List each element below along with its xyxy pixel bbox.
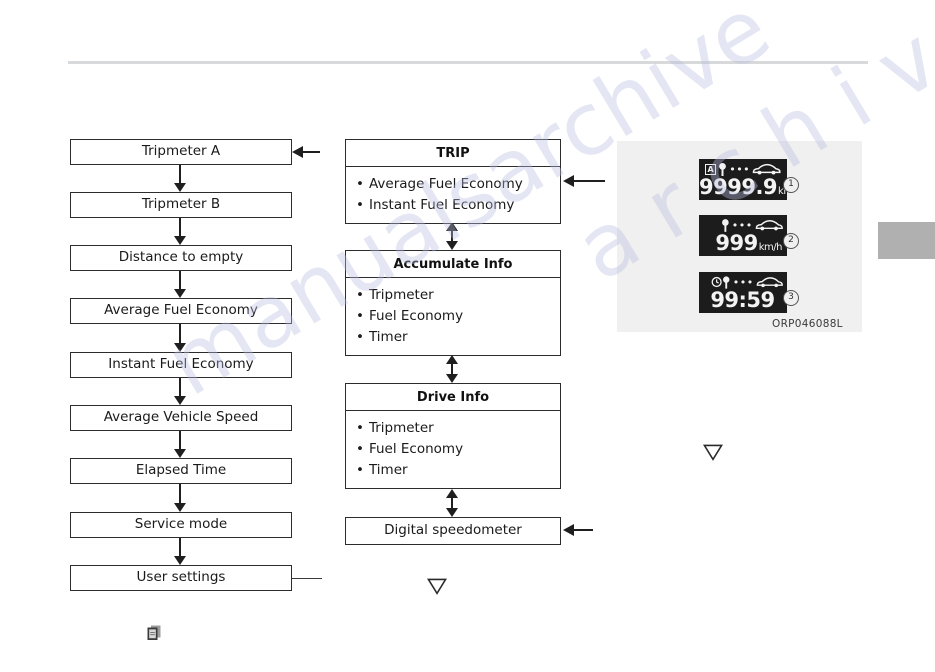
triangle-down-icon bbox=[703, 444, 723, 461]
group-item[interactable]: Instant Fuel Economy bbox=[356, 195, 560, 216]
group-title: Accumulate Info bbox=[346, 251, 560, 278]
group-body: Average Fuel Economy Instant Fuel Econom… bbox=[346, 167, 560, 223]
group-item[interactable]: Timer bbox=[356, 460, 560, 481]
car-icon bbox=[752, 163, 781, 175]
flow-step-label: User settings bbox=[136, 569, 226, 586]
group-link-arrow bbox=[446, 355, 459, 383]
flow-arrow-down bbox=[174, 431, 187, 458]
tripmeter-a-icon: A bbox=[705, 163, 717, 175]
group-link-arrow bbox=[446, 222, 459, 250]
section-edge-tab bbox=[878, 222, 935, 259]
group-item[interactable]: Fuel Economy bbox=[356, 439, 560, 460]
flow-return-line bbox=[292, 578, 322, 580]
group-title: Drive Info bbox=[346, 384, 560, 411]
flow-step-elapsed-time[interactable]: Elapsed Time bbox=[70, 458, 292, 484]
fuel-pump-icon bbox=[723, 275, 730, 289]
group-title: TRIP bbox=[346, 140, 560, 167]
page-header-rule bbox=[68, 61, 868, 64]
clock-icon bbox=[711, 276, 722, 288]
lcd-unit: km/h bbox=[758, 242, 783, 253]
flow-arrow-down bbox=[174, 324, 187, 352]
lcd-display-timer: ••• 99:59 bbox=[699, 272, 787, 313]
flow-step-label: Service mode bbox=[134, 516, 228, 533]
flow-return-arrow bbox=[292, 146, 320, 159]
flow-step-label: Elapsed Time bbox=[135, 462, 227, 479]
range-dots-icon: ••• bbox=[731, 218, 753, 232]
flow-step-label: Average Fuel Economy bbox=[104, 302, 258, 319]
group-item[interactable]: Tripmeter bbox=[356, 418, 560, 439]
lcd-icon-row: ••• bbox=[705, 218, 783, 232]
flow-step-average-vehicle-speed[interactable]: Average Vehicle Speed bbox=[70, 405, 292, 431]
flow-arrow-down bbox=[174, 538, 187, 565]
lcd-display-tripmeter: A ••• 9999.9km bbox=[699, 159, 793, 200]
flow-step-tripmeter-a[interactable]: Tripmeter A bbox=[70, 139, 292, 165]
flow-step-instant-fuel-economy[interactable]: Instant Fuel Economy bbox=[70, 352, 292, 378]
triangle-down-icon bbox=[427, 578, 447, 595]
group-box-drive-info[interactable]: Drive Info Tripmeter Fuel Economy Timer bbox=[345, 383, 561, 489]
flow-arrow-down bbox=[174, 484, 187, 512]
range-dots-icon: ••• bbox=[729, 162, 751, 176]
group-item[interactable]: Fuel Economy bbox=[356, 306, 560, 327]
flow-step-label: Tripmeter B bbox=[141, 196, 221, 213]
callout-marker-1: 1 bbox=[783, 177, 799, 193]
lcd-value-row: 9999.9km bbox=[699, 175, 793, 199]
lcd-value-row: 99:59 bbox=[699, 290, 787, 311]
flow-step-average-fuel-economy[interactable]: Average Fuel Economy bbox=[70, 298, 292, 324]
lcd-number: 9999.9 bbox=[699, 175, 778, 199]
flow-step-service-mode[interactable]: Service mode bbox=[70, 512, 292, 538]
group-entry-arrow-speedometer bbox=[563, 524, 593, 537]
range-dots-icon: ••• bbox=[732, 275, 754, 289]
flow-step-user-settings[interactable]: User settings bbox=[70, 565, 292, 591]
flow-arrow-down bbox=[174, 271, 187, 298]
flow-step-label: Instant Fuel Economy bbox=[108, 356, 254, 373]
callout-marker-2: 2 bbox=[783, 233, 799, 249]
callout-marker-3: 3 bbox=[783, 290, 799, 306]
flow-step-distance-to-empty[interactable]: Distance to empty bbox=[70, 245, 292, 271]
flow-arrow-down bbox=[174, 165, 187, 192]
lcd-icon-row: ••• bbox=[705, 275, 783, 289]
group-box-digital-speedometer[interactable]: Digital speedometer bbox=[345, 517, 561, 545]
flow-step-label: Tripmeter A bbox=[141, 143, 221, 160]
car-icon bbox=[755, 219, 783, 231]
lcd-value-row: 999km/h bbox=[699, 233, 782, 254]
flow-arrow-down bbox=[174, 378, 187, 405]
fuel-pump-icon bbox=[722, 218, 729, 232]
flow-step-label: Average Vehicle Speed bbox=[103, 409, 259, 426]
document-pages-icon bbox=[147, 625, 161, 640]
group-item[interactable]: Tripmeter bbox=[356, 285, 560, 306]
lcd-number: 999 bbox=[715, 231, 758, 255]
flow-step-label: Distance to empty bbox=[118, 249, 244, 266]
group-entry-arrow-trip bbox=[563, 175, 605, 188]
group-box-trip[interactable]: TRIP Average Fuel Economy Instant Fuel E… bbox=[345, 139, 561, 224]
group-link-arrow bbox=[446, 489, 459, 517]
flow-arrow-down bbox=[174, 218, 187, 245]
group-item[interactable]: Timer bbox=[356, 327, 560, 348]
flow-step-tripmeter-b[interactable]: Tripmeter B bbox=[70, 192, 292, 218]
lcd-number: 99:59 bbox=[710, 288, 775, 312]
cluster-illustration-panel: A ••• 9999.9km 1 ••• 999km/h 2 ••• 99:59… bbox=[617, 141, 862, 332]
lcd-display-speed: ••• 999km/h bbox=[699, 215, 787, 256]
group-item[interactable]: Average Fuel Economy bbox=[356, 174, 560, 195]
illustration-code: ORP046088L bbox=[772, 318, 843, 330]
car-icon bbox=[756, 277, 783, 288]
group-body: Tripmeter Fuel Economy Timer bbox=[346, 278, 560, 355]
group-box-accumulate-info[interactable]: Accumulate Info Tripmeter Fuel Economy T… bbox=[345, 250, 561, 356]
group-title: Digital speedometer bbox=[384, 522, 522, 539]
lcd-icon-row: A ••• bbox=[705, 162, 783, 176]
fuel-pump-icon bbox=[719, 162, 727, 176]
group-body: Tripmeter Fuel Economy Timer bbox=[346, 411, 560, 488]
